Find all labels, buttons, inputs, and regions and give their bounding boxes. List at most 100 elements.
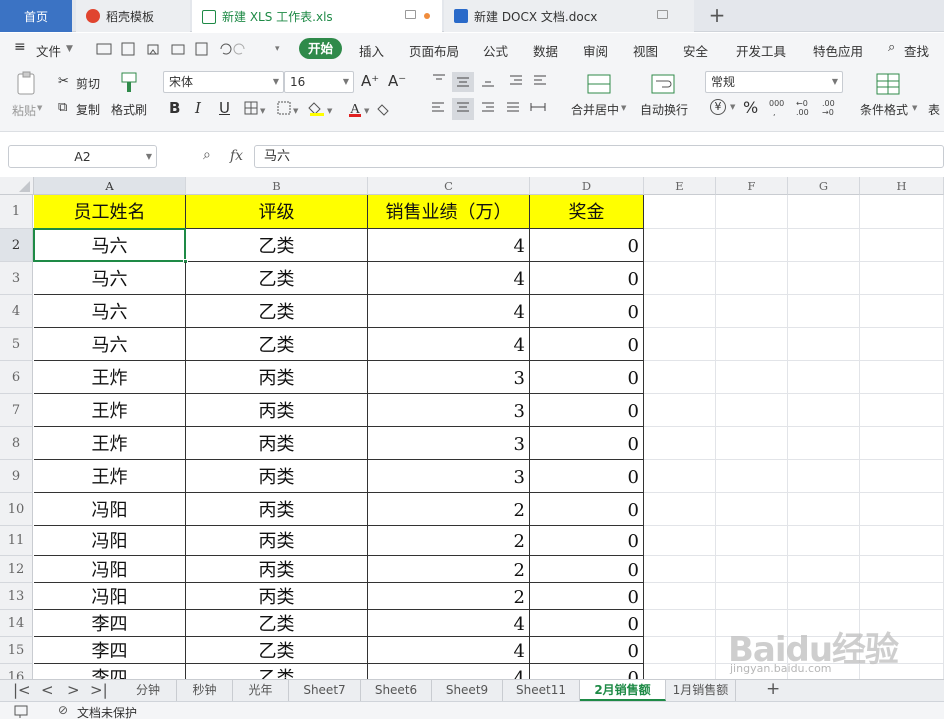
table-cell[interactable]: 丙类 xyxy=(186,493,368,526)
empty-cell[interactable] xyxy=(644,493,716,526)
row-header[interactable]: 11 xyxy=(0,526,33,556)
column-header[interactable]: H xyxy=(860,177,944,195)
row-header[interactable]: 10 xyxy=(0,493,33,526)
prev-sheet-icon[interactable]: < xyxy=(41,681,54,699)
empty-cell[interactable] xyxy=(716,262,788,295)
table-cell[interactable]: 马六 xyxy=(34,229,186,262)
sheet-tab[interactable]: 秒钟 xyxy=(177,680,233,701)
table-cell[interactable]: 乙类 xyxy=(186,610,368,637)
next-sheet-icon[interactable]: > xyxy=(67,681,80,699)
table-cell[interactable]: 0 xyxy=(530,328,644,361)
empty-cell[interactable] xyxy=(644,460,716,493)
tab-xls-workbook[interactable]: 新建 XLS 工作表.xls xyxy=(192,0,442,33)
merge-center-button[interactable]: 合并居中 xyxy=(571,101,619,118)
empty-cell[interactable] xyxy=(788,394,860,427)
empty-cell[interactable] xyxy=(644,526,716,556)
protection-status[interactable]: 文档未保护 xyxy=(77,704,137,721)
empty-cell[interactable] xyxy=(716,295,788,328)
sheet-tab[interactable]: 光年 xyxy=(233,680,289,701)
row-header[interactable]: 2 xyxy=(0,229,33,262)
empty-cell[interactable] xyxy=(788,556,860,583)
menu-formulas[interactable]: 公式 xyxy=(483,41,508,60)
table-cell[interactable]: 丙类 xyxy=(186,460,368,493)
new-tab-button[interactable]: + xyxy=(706,3,728,27)
menu-security[interactable]: 安全 xyxy=(683,41,708,60)
italic-button[interactable]: I xyxy=(195,99,201,117)
table-cell[interactable]: 丙类 xyxy=(186,526,368,556)
empty-cell[interactable] xyxy=(716,394,788,427)
menu-review[interactable]: 审阅 xyxy=(583,41,608,60)
hamburger-menu-icon[interactable]: ≡ xyxy=(14,39,26,55)
table-cell[interactable]: 2 xyxy=(368,493,530,526)
empty-cell[interactable] xyxy=(716,229,788,262)
table-cell[interactable]: 乙类 xyxy=(186,328,368,361)
column-header[interactable]: B xyxy=(186,177,368,195)
empty-cell[interactable] xyxy=(716,556,788,583)
percent-button[interactable]: % xyxy=(743,98,758,117)
bold-button[interactable]: B xyxy=(169,99,180,117)
table-cell[interactable]: 4 xyxy=(368,328,530,361)
table-cell[interactable]: 4 xyxy=(368,637,530,664)
currency-button[interactable]: ¥ xyxy=(710,99,726,115)
empty-cell[interactable] xyxy=(860,229,944,262)
header-cell[interactable]: 奖金 xyxy=(530,195,644,229)
copy-button[interactable]: 复制 xyxy=(76,101,100,118)
table-cell[interactable]: 李四 xyxy=(34,637,186,664)
tab-docx-document[interactable]: 新建 DOCX 文档.docx xyxy=(444,0,694,32)
empty-cell[interactable] xyxy=(860,262,944,295)
empty-cell[interactable] xyxy=(860,556,944,583)
empty-cell[interactable] xyxy=(644,262,716,295)
empty-cell[interactable] xyxy=(860,427,944,460)
row-header[interactable]: 1 xyxy=(0,195,33,229)
font-size-select[interactable]: 16 ▼ xyxy=(284,71,354,93)
chevron-down-icon[interactable]: ▼ xyxy=(730,103,735,111)
empty-cell[interactable] xyxy=(788,583,860,610)
empty-cell[interactable] xyxy=(716,460,788,493)
table-cell[interactable]: 乙类 xyxy=(186,637,368,664)
row-header[interactable]: 16 xyxy=(0,664,33,679)
tab-home[interactable]: 首页 xyxy=(0,0,72,32)
empty-cell[interactable] xyxy=(788,493,860,526)
add-sheet-button[interactable]: + xyxy=(766,679,780,699)
table-cell[interactable]: 2 xyxy=(368,556,530,583)
column-header[interactable]: F xyxy=(716,177,788,195)
row-header[interactable]: 5 xyxy=(0,328,33,361)
empty-cell[interactable] xyxy=(860,295,944,328)
chevron-down-icon[interactable]: ▼ xyxy=(912,104,917,112)
empty-cell[interactable] xyxy=(644,637,716,664)
empty-cell[interactable] xyxy=(716,583,788,610)
sheet-tab[interactable]: Sheet9 xyxy=(432,680,503,701)
table-cell[interactable]: 3 xyxy=(368,460,530,493)
table-cell[interactable]: 马六 xyxy=(34,262,186,295)
table-cell[interactable]: 3 xyxy=(368,394,530,427)
table-cell[interactable]: 0 xyxy=(530,229,644,262)
empty-cell[interactable] xyxy=(860,361,944,394)
table-cell[interactable]: 乙类 xyxy=(186,295,368,328)
search-icon[interactable]: ⌕ xyxy=(888,40,895,55)
table-cell[interactable]: 4 xyxy=(368,664,530,679)
empty-cell[interactable] xyxy=(860,328,944,361)
table-cell[interactable]: 0 xyxy=(530,460,644,493)
header-cell[interactable]: 销售业绩（万） xyxy=(368,195,530,229)
column-header[interactable]: C xyxy=(368,177,530,195)
empty-cell[interactable] xyxy=(644,229,716,262)
table-cell[interactable]: 0 xyxy=(530,637,644,664)
window-icon[interactable] xyxy=(405,10,416,19)
empty-cell[interactable] xyxy=(788,195,860,229)
select-all-corner[interactable] xyxy=(0,177,34,195)
empty-cell[interactable] xyxy=(788,427,860,460)
header-cell[interactable]: 员工姓名 xyxy=(34,195,186,229)
table-cell[interactable]: 0 xyxy=(530,361,644,394)
row-header[interactable]: 7 xyxy=(0,394,33,427)
table-cell[interactable]: 0 xyxy=(530,664,644,679)
table-cell[interactable]: 马六 xyxy=(34,328,186,361)
table-cell[interactable]: 丙类 xyxy=(186,394,368,427)
empty-cell[interactable] xyxy=(644,427,716,460)
window-icon[interactable] xyxy=(657,10,668,19)
empty-cell[interactable] xyxy=(788,460,860,493)
empty-cell[interactable] xyxy=(788,229,860,262)
table-cell[interactable]: 丙类 xyxy=(186,361,368,394)
empty-cell[interactable] xyxy=(860,526,944,556)
empty-cell[interactable] xyxy=(644,610,716,637)
table-cell[interactable]: 2 xyxy=(368,583,530,610)
